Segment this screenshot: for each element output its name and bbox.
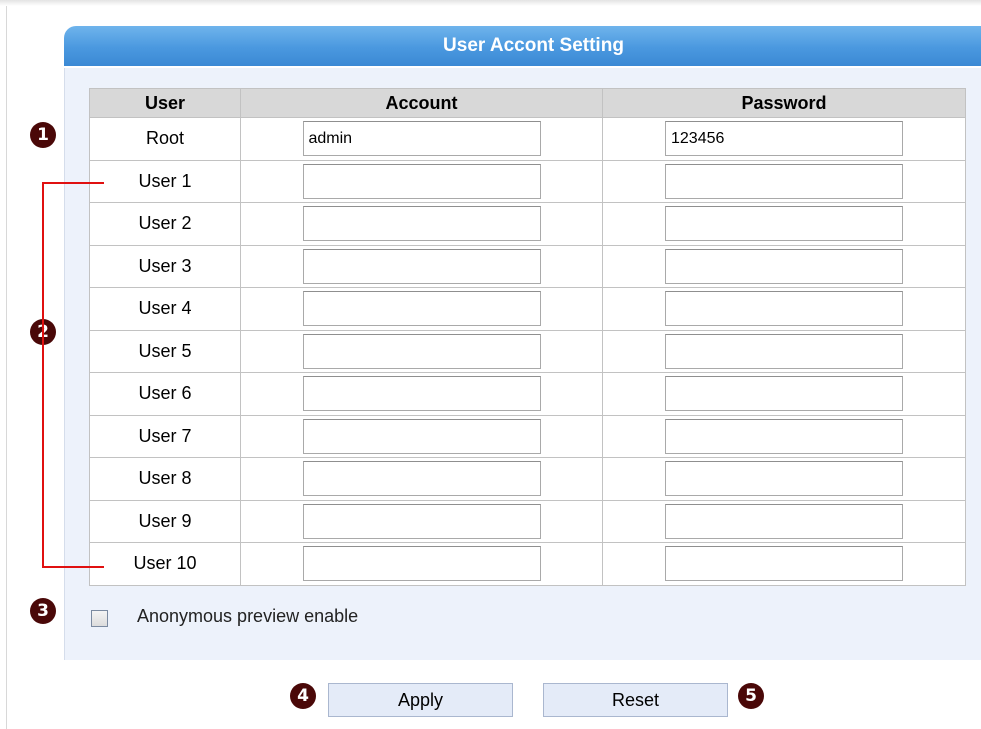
table-row: User 7	[89, 414, 966, 458]
account-input[interactable]	[302, 291, 541, 327]
user-name-cell: Root	[89, 117, 241, 161]
password-cell	[602, 287, 966, 331]
account-cell	[240, 244, 603, 288]
column-header-password: Password	[602, 88, 966, 118]
password-cell	[602, 329, 966, 373]
account-cell	[240, 457, 603, 501]
callout-marker-1: 1	[30, 122, 56, 148]
user-group-bracket-top	[42, 182, 104, 184]
account-cell	[240, 542, 603, 586]
password-cell	[602, 372, 966, 416]
password-input[interactable]	[665, 503, 903, 539]
user-rows: Root admin 123456 User 1 User 2 User 3 User 4U…	[89, 117, 966, 586]
callout-marker-5: 5	[738, 683, 764, 709]
table-row: User 4	[89, 287, 966, 331]
user-name-cell: User 6	[89, 372, 241, 416]
table-row: User 5	[89, 329, 966, 373]
apply-button[interactable]: Apply	[328, 683, 513, 717]
password-input[interactable]	[665, 333, 903, 369]
password-cell	[602, 542, 966, 586]
table-row: User 3	[89, 244, 966, 288]
account-input[interactable]	[302, 376, 541, 412]
password-cell	[602, 202, 966, 246]
user-name-cell: User 4	[89, 287, 241, 331]
user-name-cell: User 1	[89, 159, 241, 203]
user-name-cell: User 10	[89, 542, 241, 586]
password-cell	[602, 159, 966, 203]
account-cell	[240, 499, 603, 543]
user-group-bracket-line	[42, 182, 44, 568]
account-input[interactable]	[302, 333, 541, 369]
password-cell	[602, 457, 966, 501]
password-input[interactable]	[665, 248, 903, 284]
table-row: Root admin 123456	[89, 117, 966, 161]
account-cell	[240, 372, 603, 416]
account-input[interactable]	[302, 461, 541, 497]
password-input[interactable]	[665, 291, 903, 327]
account-cell	[240, 329, 603, 373]
account-cell: admin	[240, 117, 603, 161]
table-row: User 1	[89, 159, 966, 203]
callout-marker-4: 4	[290, 683, 316, 709]
user-name-cell: User 2	[89, 202, 241, 246]
account-input[interactable]	[302, 546, 541, 582]
column-header-account: Account	[240, 88, 603, 118]
password-cell	[602, 244, 966, 288]
password-cell: 123456	[602, 117, 966, 161]
table-header-row: User Account Password	[89, 88, 966, 118]
account-cell	[240, 202, 603, 246]
password-input[interactable]	[665, 418, 903, 454]
anonymous-preview-checkbox[interactable]	[91, 610, 108, 627]
password-input[interactable]	[665, 163, 903, 199]
account-cell	[240, 414, 603, 458]
user-name-cell: User 8	[89, 457, 241, 501]
account-cell	[240, 159, 603, 203]
password-cell	[602, 499, 966, 543]
column-header-user: User	[89, 88, 241, 118]
account-input[interactable]: admin	[302, 121, 541, 157]
frame-top-border	[0, 0, 981, 6]
account-input[interactable]	[302, 206, 541, 242]
user-name-cell: User 3	[89, 244, 241, 288]
frame-left-border	[6, 6, 7, 729]
panel-title-bar: User Accont Setting	[64, 26, 981, 66]
password-cell	[602, 414, 966, 458]
user-account-table: User Account Password Root admin 123456 Use…	[89, 88, 966, 586]
account-cell	[240, 287, 603, 331]
user-group-bracket-bottom	[42, 566, 104, 568]
password-input[interactable]	[665, 376, 903, 412]
table-row: User 6	[89, 372, 966, 416]
table-row: User 8	[89, 457, 966, 501]
user-name-cell: User 7	[89, 414, 241, 458]
callout-marker-3: 3	[30, 598, 56, 624]
account-input[interactable]	[302, 163, 541, 199]
table-row: User 10	[89, 542, 966, 586]
password-input[interactable]	[665, 206, 903, 242]
account-input[interactable]	[302, 503, 541, 539]
user-name-cell: User 9	[89, 499, 241, 543]
reset-button[interactable]: Reset	[543, 683, 728, 717]
table-row: User 2	[89, 202, 966, 246]
password-input[interactable]: 123456	[665, 121, 903, 157]
page-title: User Accont Setting	[443, 35, 624, 56]
account-input[interactable]	[302, 248, 541, 284]
user-name-cell: User 5	[89, 329, 241, 373]
password-input[interactable]	[665, 461, 903, 497]
password-input[interactable]	[665, 546, 903, 582]
anonymous-preview-label: Anonymous preview enable	[137, 606, 359, 626]
account-input[interactable]	[302, 418, 541, 454]
table-row: User 9	[89, 499, 966, 543]
